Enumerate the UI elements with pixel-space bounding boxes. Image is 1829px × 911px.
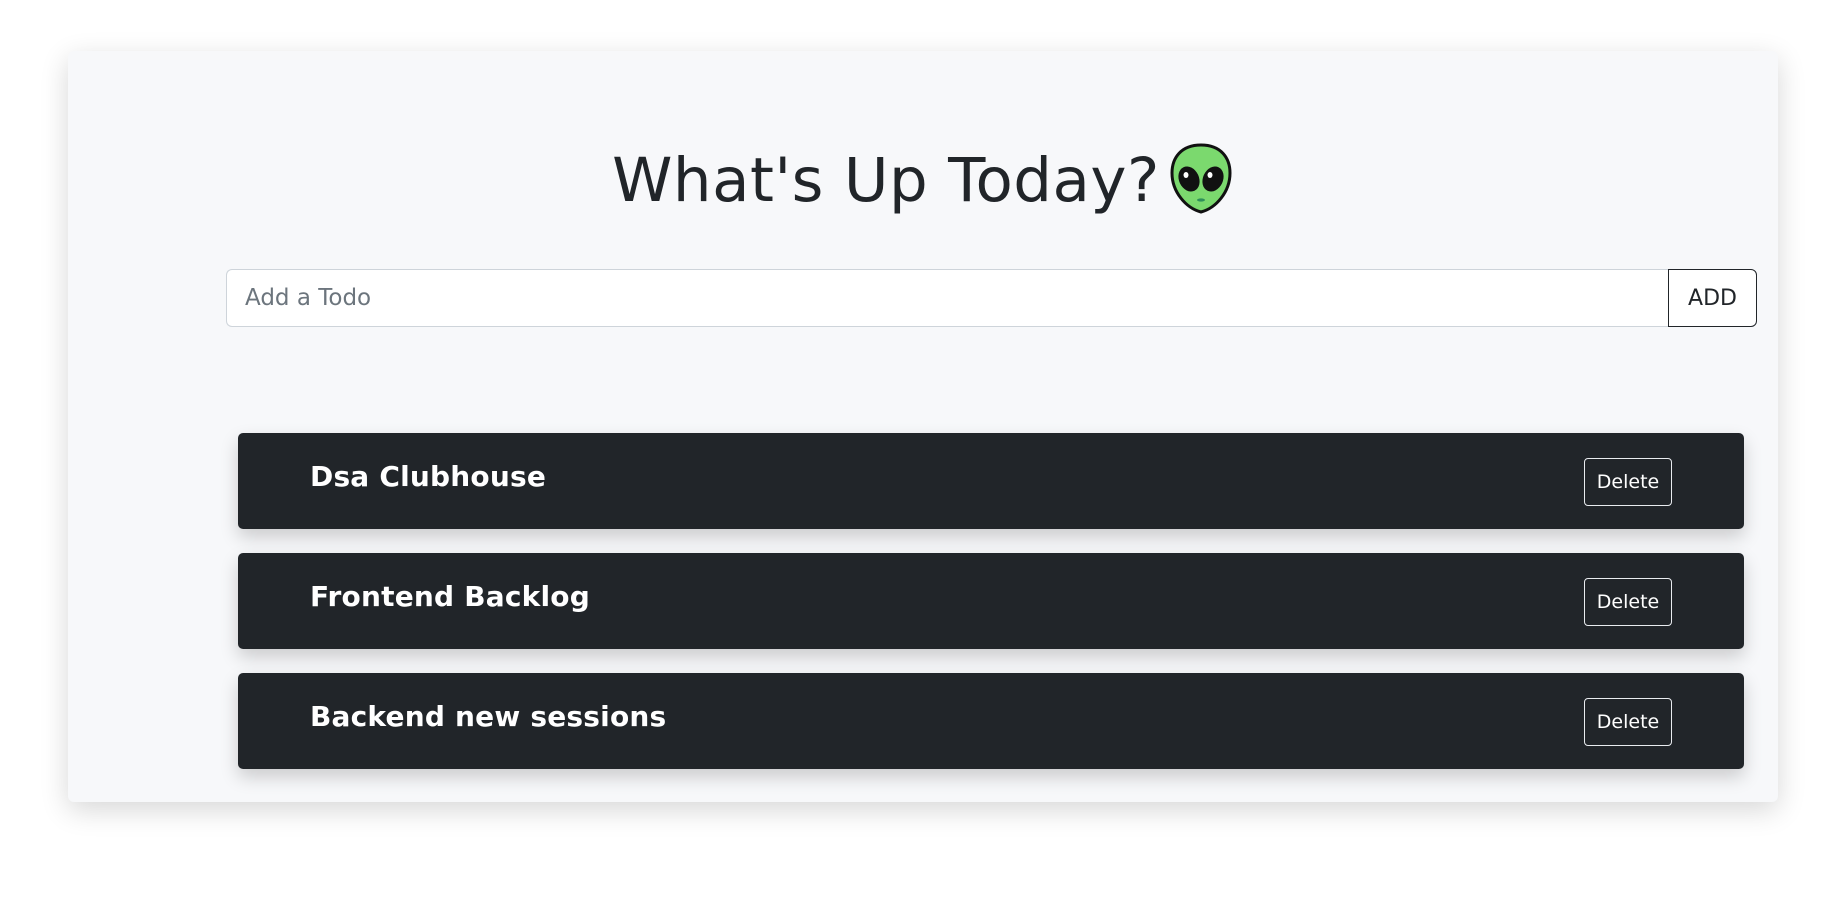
todo-list: Dsa Clubhouse Delete Frontend Backlog De… — [238, 433, 1744, 793]
add-button[interactable]: ADD — [1668, 269, 1757, 327]
todo-card: What's Up Today? ADD Dsa Clubhouse Delet… — [68, 51, 1778, 802]
todo-item: Dsa Clubhouse Delete — [238, 433, 1744, 529]
todo-text: Frontend Backlog — [310, 580, 590, 613]
todo-input[interactable] — [226, 269, 1668, 327]
alien-icon — [1170, 143, 1232, 214]
todo-item: Backend new sessions Delete — [238, 673, 1744, 769]
todo-text: Backend new sessions — [310, 700, 667, 733]
delete-button[interactable]: Delete — [1584, 578, 1672, 626]
title-row: What's Up Today? — [68, 135, 1778, 225]
todo-item: Frontend Backlog Delete — [238, 553, 1744, 649]
todo-text: Dsa Clubhouse — [310, 460, 547, 493]
delete-button[interactable]: Delete — [1584, 458, 1672, 506]
todo-form: ADD — [226, 269, 1757, 327]
delete-button[interactable]: Delete — [1584, 698, 1672, 746]
page-title: What's Up Today? — [612, 144, 1160, 216]
